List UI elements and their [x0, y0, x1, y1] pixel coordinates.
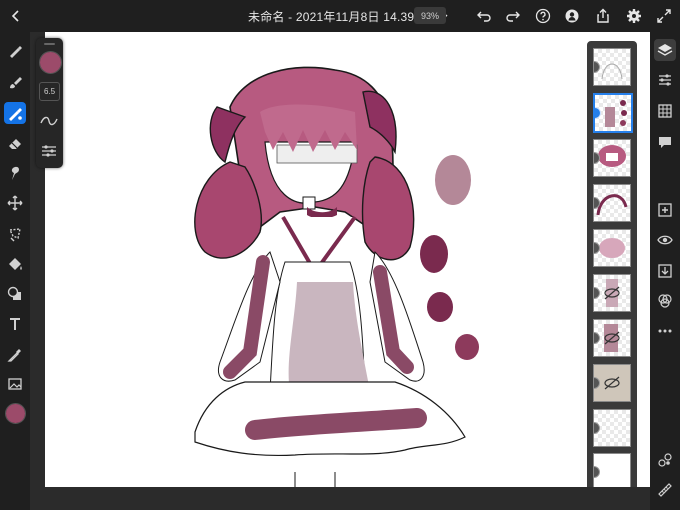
- merge-down-icon: [658, 264, 672, 278]
- grid-icon: [658, 104, 672, 118]
- vector-brush-tool[interactable]: [4, 102, 26, 124]
- blend-mode-icon: [658, 294, 672, 308]
- current-color-fill: [6, 404, 25, 423]
- merge-down-button[interactable]: [654, 260, 676, 282]
- right-toolbar: [650, 32, 680, 510]
- back-chevron-icon[interactable]: [6, 6, 26, 26]
- layer-thumbnail-2[interactable]: [593, 93, 633, 133]
- ruler-icon: [658, 483, 672, 497]
- drawing-canvas[interactable]: [45, 32, 650, 487]
- vector-brush-icon: [9, 108, 22, 121]
- layer-thumbnail-9[interactable]: [593, 409, 631, 447]
- layer-thumbnail-7[interactable]: [593, 319, 631, 357]
- panel-handle[interactable]: [44, 43, 55, 45]
- artwork: [194, 66, 479, 487]
- shape-icon: [7, 286, 21, 300]
- brush-color-fill: [40, 52, 61, 73]
- fill-tool[interactable]: [4, 253, 26, 275]
- live-brush-tool[interactable]: [4, 71, 26, 93]
- more-dots-icon: [658, 329, 672, 333]
- layer-thumbnail-6[interactable]: [593, 274, 631, 312]
- lasso-tool[interactable]: [4, 223, 26, 245]
- pixel-brush-tool[interactable]: [4, 40, 26, 62]
- layer-thumbnail-1[interactable]: [593, 48, 631, 86]
- color-swatch[interactable]: [5, 403, 26, 424]
- eraser-icon: [9, 139, 21, 149]
- grid-button[interactable]: [654, 100, 676, 122]
- layer-properties-button[interactable]: [654, 69, 676, 91]
- layers-button[interactable]: [654, 39, 676, 61]
- share-icon[interactable]: [593, 6, 613, 26]
- eye-icon: [657, 235, 673, 245]
- bottom-strip: [45, 487, 650, 510]
- eyedropper-tool[interactable]: [4, 344, 26, 366]
- layer-thumbnail-10[interactable]: [593, 453, 631, 491]
- add-layer-icon: [658, 203, 672, 217]
- shape-tool[interactable]: [4, 283, 26, 305]
- brush-size-value[interactable]: 6.5: [39, 82, 60, 101]
- smudge-tool[interactable]: [4, 162, 26, 184]
- text-icon: [10, 318, 20, 330]
- brush-icon: [10, 46, 22, 58]
- brush-color-swatch[interactable]: [39, 51, 62, 74]
- top-bar: 未命名 - 2021年11月8日 14.39.18 93%: [0, 0, 680, 32]
- document-title-text: 未命名 - 2021年11月8日 14.39.18: [248, 10, 432, 24]
- more-options-button[interactable]: [654, 320, 676, 342]
- redo-icon[interactable]: [503, 6, 523, 26]
- layer-visibility-button[interactable]: [654, 229, 676, 251]
- brush-settings-panel: 6.5: [36, 38, 63, 168]
- touch-shortcut-icon: [658, 453, 672, 467]
- ruler-button[interactable]: [654, 479, 676, 501]
- sliders-icon: [659, 74, 671, 86]
- move-tool[interactable]: [4, 192, 26, 214]
- lasso-icon: [8, 228, 21, 242]
- left-toolbar: [0, 32, 30, 510]
- help-icon[interactable]: [533, 6, 553, 26]
- zoom-level[interactable]: 93%: [414, 7, 446, 24]
- fill-icon: [9, 258, 22, 270]
- layers-icon: [657, 44, 673, 56]
- blend-mode-button[interactable]: [654, 290, 676, 312]
- eraser-tool[interactable]: [4, 132, 26, 154]
- invite-user-icon[interactable]: [562, 6, 582, 26]
- layer-visibility-icon[interactable]: [594, 422, 600, 434]
- comments-button[interactable]: [654, 131, 676, 153]
- brush-smoothing-icon[interactable]: [40, 114, 58, 132]
- layer-thumbnail-8[interactable]: [593, 364, 631, 402]
- layer-thumbnail-4[interactable]: [593, 184, 631, 222]
- image-icon: [8, 378, 22, 390]
- fullscreen-icon[interactable]: [654, 6, 674, 26]
- touch-shortcut-button[interactable]: [654, 449, 676, 471]
- brush-settings-sliders-icon[interactable]: [40, 144, 58, 163]
- layer-thumbnail-3[interactable]: [593, 139, 631, 177]
- place-image-tool[interactable]: [4, 373, 26, 395]
- text-tool[interactable]: [4, 313, 26, 335]
- layers-panel: [587, 41, 637, 496]
- move-icon: [7, 195, 23, 211]
- eyedropper-icon: [7, 349, 21, 362]
- settings-gear-icon[interactable]: [624, 6, 644, 26]
- smudge-icon: [11, 166, 19, 180]
- add-layer-button[interactable]: [654, 199, 676, 221]
- comment-icon: [659, 137, 671, 148]
- layer-visibility-icon[interactable]: [594, 466, 600, 478]
- layer-thumbnail-5[interactable]: [593, 229, 631, 267]
- paint-brush-icon: [10, 77, 22, 89]
- undo-icon[interactable]: [474, 6, 494, 26]
